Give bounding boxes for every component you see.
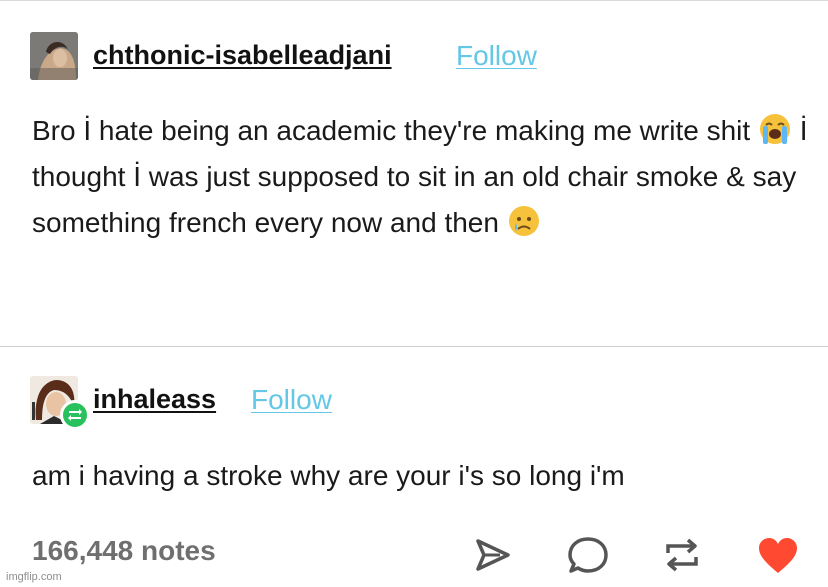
loudly-crying-face-icon <box>759 114 790 144</box>
reblog-badge <box>60 400 90 430</box>
crying-face-icon <box>508 206 539 236</box>
post-body: am i having a stroke why are your i's so… <box>32 460 625 491</box>
username-link[interactable]: inhaleass <box>93 384 216 415</box>
watermark: imgflip.com <box>6 571 62 583</box>
follow-button[interactable]: Follow <box>456 40 537 72</box>
username-link[interactable]: chthonic-isabelleadjani <box>93 40 392 71</box>
follow-button[interactable]: Follow <box>251 384 332 416</box>
reblog-icon[interactable] <box>660 533 704 577</box>
notes-count[interactable]: 166,448 notes <box>32 535 216 567</box>
post-text-part-1: Bro İ hate being an academic they're mak… <box>32 115 751 146</box>
share-icon[interactable] <box>470 533 514 577</box>
reblog-badge-icon <box>68 409 82 421</box>
like-icon[interactable] <box>756 533 800 577</box>
reply-icon[interactable] <box>566 533 610 577</box>
avatar[interactable] <box>30 32 78 80</box>
post-body: Bro İ hate being an academic they're mak… <box>32 108 812 246</box>
avatar-portrait-icon <box>30 32 78 80</box>
